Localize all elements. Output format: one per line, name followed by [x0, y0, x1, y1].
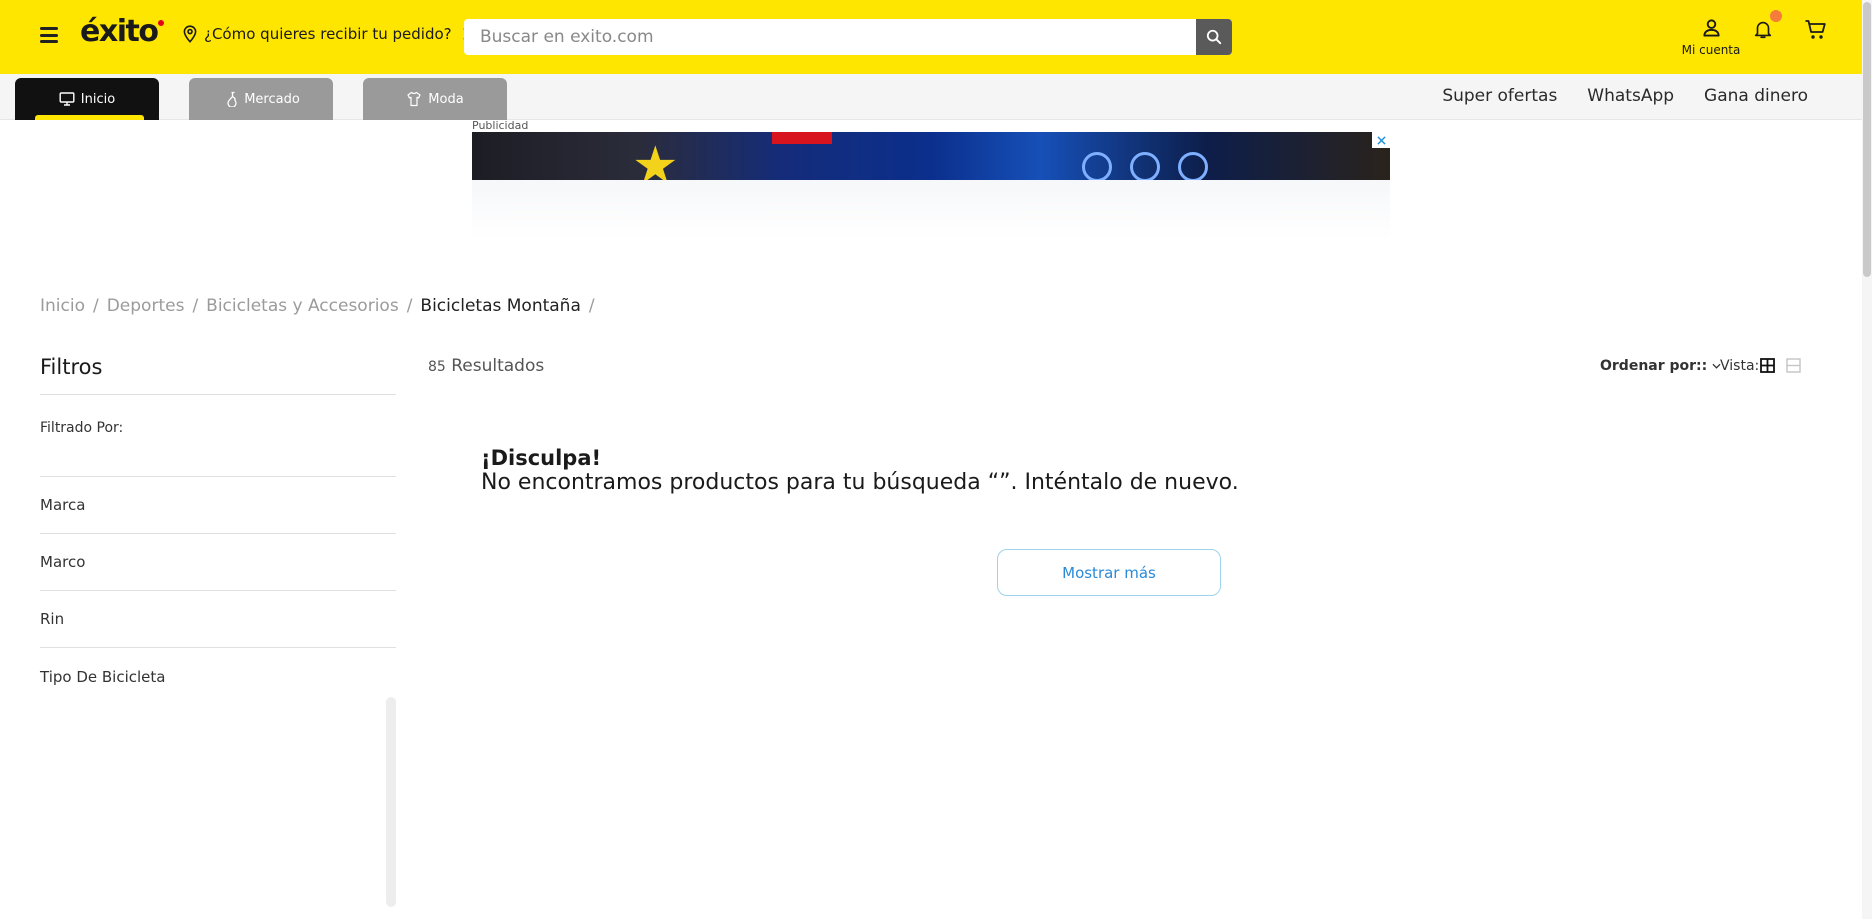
- sorry-message: No encontramos productos para tu búsqued…: [481, 470, 1239, 495]
- close-icon: [1376, 135, 1386, 145]
- account-button[interactable]: Mi cuenta: [1680, 18, 1742, 57]
- tab-inicio[interactable]: Inicio: [15, 78, 159, 120]
- show-more-button[interactable]: Mostrar más: [997, 549, 1221, 596]
- category-bar: Inicio Mercado Moda Super ofertas WhatsA…: [0, 74, 1862, 120]
- search-input[interactable]: [464, 19, 1196, 55]
- view-label: Vista:: [1720, 358, 1760, 374]
- breadcrumb: Inicio / Deportes / Bicicletas y Accesor…: [40, 296, 595, 316]
- grid-view-button[interactable]: [1760, 358, 1775, 373]
- results-number: 85: [428, 359, 446, 375]
- link-gana-dinero[interactable]: Gana dinero: [1704, 86, 1808, 106]
- list-icon: [1786, 358, 1801, 373]
- shirt-icon: [407, 91, 421, 107]
- breadcrumb-separator: /: [588, 296, 595, 316]
- cart-button[interactable]: [1804, 19, 1828, 41]
- ad-banner[interactable]: ★: [472, 132, 1390, 180]
- notification-badge: [1770, 10, 1782, 22]
- no-results-message: ¡Disculpa! No encontramos productos para…: [481, 446, 1239, 495]
- filter-marca[interactable]: Marca: [40, 477, 396, 534]
- breadcrumb-current: Bicicletas Montaña: [420, 296, 581, 316]
- breadcrumb-inicio[interactable]: Inicio: [40, 296, 85, 316]
- sort-dropdown[interactable]: Ordenar por::: [1600, 358, 1721, 374]
- ad-circle: [1130, 152, 1160, 180]
- ad-close-button[interactable]: [1372, 132, 1390, 148]
- ad-fade: [472, 180, 1390, 240]
- search-bar: [464, 19, 1232, 55]
- breadcrumb-bicicletas-accesorios[interactable]: Bicicletas y Accesorios: [206, 296, 399, 316]
- user-icon: [1702, 19, 1720, 37]
- results-count: 85 Resultados: [428, 356, 544, 376]
- breadcrumb-separator: /: [406, 296, 413, 316]
- page-scrollbar-thumb[interactable]: [1863, 2, 1871, 277]
- filter-tipo-de-bicicleta[interactable]: Tipo De Bicicleta: [40, 648, 396, 705]
- sort-label: Ordenar por::: [1600, 358, 1708, 374]
- location-text: ¿Cómo quieres recibir tu pedido?: [204, 25, 452, 43]
- menu-icon[interactable]: [40, 27, 58, 43]
- grid-icon: [1760, 358, 1775, 373]
- sorry-title: ¡Disculpa!: [481, 446, 602, 470]
- delivery-location[interactable]: ¿Cómo quieres recibir tu pedido?: [182, 25, 472, 43]
- bell-icon: [1754, 21, 1772, 39]
- location-pin-icon: [183, 25, 197, 43]
- active-tab-indicator: [35, 115, 144, 120]
- cart-icon: [1805, 20, 1826, 39]
- logo-dot: [158, 20, 165, 26]
- filters-panel: Filtros Filtrado Por: Marca Marco Rin Ti…: [40, 355, 396, 705]
- breadcrumb-separator: /: [192, 296, 199, 316]
- filtered-by-label: Filtrado Por:: [40, 395, 396, 477]
- tab-mercado[interactable]: Mercado: [189, 78, 333, 120]
- link-whatsapp[interactable]: WhatsApp: [1587, 86, 1674, 106]
- ad-label: Publicidad: [472, 119, 529, 132]
- breadcrumb-deportes[interactable]: Deportes: [107, 296, 185, 316]
- search-icon: [1206, 29, 1222, 45]
- ad-circle: [1178, 152, 1208, 180]
- tab-moda[interactable]: Moda: [363, 78, 507, 120]
- list-view-button[interactable]: [1786, 358, 1801, 373]
- logo[interactable]: éxito: [80, 14, 165, 49]
- link-super-ofertas[interactable]: Super ofertas: [1442, 86, 1557, 106]
- filters-title: Filtros: [40, 355, 396, 395]
- header: éxito ¿Cómo quieres recibir tu pedido? M…: [0, 0, 1862, 74]
- tab-label: Moda: [428, 91, 464, 107]
- account-label: Mi cuenta: [1681, 43, 1741, 57]
- ad-circle: [1082, 152, 1112, 180]
- star-graphic: ★: [632, 136, 679, 180]
- filter-marco[interactable]: Marco: [40, 534, 396, 591]
- notifications-button[interactable]: [1752, 10, 1782, 42]
- logo-text: éxito: [80, 14, 159, 49]
- monitor-icon: [59, 92, 75, 106]
- filters-scrollbar[interactable]: [386, 697, 396, 907]
- results-label: Resultados: [451, 356, 545, 376]
- search-button[interactable]: [1196, 19, 1232, 55]
- ad-red-strip: [772, 132, 832, 144]
- bottle-icon: [227, 91, 237, 107]
- tab-label: Inicio: [80, 91, 116, 107]
- top-links: Super ofertas WhatsApp Gana dinero: [1442, 86, 1808, 106]
- filter-rin[interactable]: Rin: [40, 591, 396, 648]
- breadcrumb-separator: /: [92, 296, 99, 316]
- tab-label: Mercado: [244, 91, 300, 107]
